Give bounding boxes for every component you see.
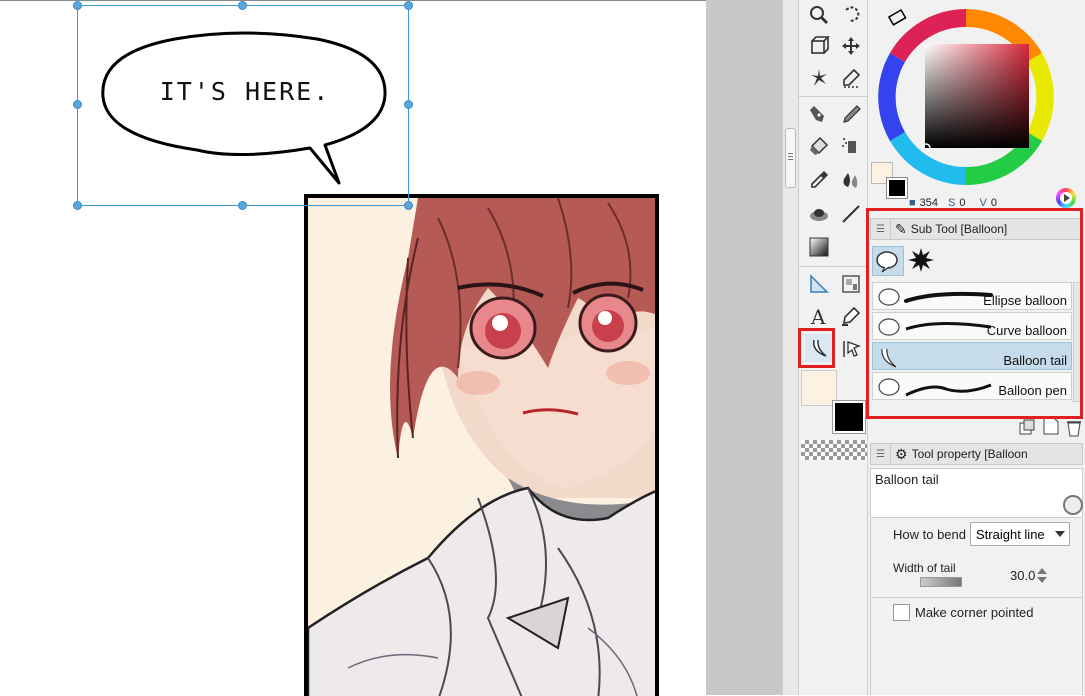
transform-selection-box[interactable] [77, 5, 409, 206]
make-corner-pointed-checkbox[interactable] [893, 604, 910, 621]
blend-tool-icon[interactable] [837, 166, 865, 194]
fill-tool-icon[interactable] [805, 200, 833, 228]
copy-subtool-icon[interactable] [1018, 418, 1036, 436]
color-history-icon[interactable] [1056, 188, 1076, 208]
chevron-down-icon [1055, 531, 1065, 537]
toolprop-name-box: Balloon tail [870, 468, 1083, 518]
new-subtool-icon[interactable] [1042, 416, 1060, 436]
toolprop-tool-name: Balloon tail [875, 472, 939, 487]
gradient-tool-icon[interactable] [805, 233, 833, 261]
lasso-select-icon[interactable] [837, 1, 865, 29]
transform-handle-tl[interactable] [73, 1, 82, 10]
make-corner-pointed-label: Make corner pointed [915, 605, 1034, 620]
transform-handle-br[interactable] [404, 201, 413, 210]
tool-property-icon: ⚙ [895, 445, 908, 462]
tool-settings-search-icon[interactable] [1063, 495, 1083, 515]
pencil-tool-icon[interactable] [837, 100, 865, 128]
eraser-tool-icon[interactable] [805, 132, 833, 160]
auto-select-icon[interactable] [805, 64, 833, 92]
eyedropper-select-icon[interactable] [837, 64, 865, 92]
transform-handle-bl[interactable] [73, 201, 82, 210]
width-of-tail-value[interactable]: 30.0 [1010, 568, 1035, 583]
active-tool-highlight [798, 328, 835, 368]
main-color-swatch[interactable] [832, 400, 866, 434]
transform-handle-tc[interactable] [238, 1, 247, 10]
move-layer-icon[interactable] [837, 32, 865, 60]
transform-handle-bc[interactable] [238, 201, 247, 210]
text-tool-icon[interactable]: A [805, 302, 833, 330]
transparent-color-swatch[interactable] [801, 440, 867, 460]
how-to-bend-label: How to bend [893, 527, 966, 542]
transform-handle-ml[interactable] [73, 100, 82, 109]
canvas-area[interactable]: IT'S HERE. [0, 0, 706, 696]
width-of-tail-slider[interactable] [920, 577, 962, 587]
width-of-tail-stepper[interactable] [1037, 567, 1047, 585]
frame-border-icon[interactable] [837, 270, 865, 298]
ruler-tool-icon[interactable] [805, 270, 833, 298]
value-value: 0 [990, 198, 997, 208]
vertical-scrollbar[interactable] [782, 0, 798, 695]
dock-main-color[interactable] [886, 177, 908, 199]
scrollbar-thumb[interactable] [785, 128, 796, 188]
correct-line-icon[interactable] [837, 302, 865, 330]
character-illustration [308, 198, 655, 696]
panel-menu-icon[interactable]: ☰ [871, 444, 891, 464]
line-tool-icon[interactable] [837, 200, 865, 228]
width-of-tail-label: Width of tail [893, 561, 956, 575]
hsv-readout: ■ 354 S0 V0 [909, 198, 997, 208]
delete-subtool-icon[interactable] [1065, 418, 1083, 438]
toolprop-panel-header[interactable]: ☰ ⚙ Tool property [Balloon [870, 443, 1083, 465]
how-to-bend-select[interactable]: Straight line [970, 522, 1070, 546]
airbrush-tool-icon[interactable] [837, 132, 865, 160]
operation-tool-icon[interactable] [837, 334, 865, 362]
object-tool-icon[interactable] [805, 32, 833, 60]
transform-handle-tr[interactable] [404, 1, 413, 10]
zoom-tool-icon[interactable] [805, 1, 833, 29]
manga-panel[interactable] [304, 194, 659, 696]
toolprop-tab[interactable]: Tool property [Balloon [912, 447, 1028, 461]
eyedropper-icon[interactable] [805, 166, 833, 194]
transform-handle-mr[interactable] [404, 100, 413, 109]
svg-text:A: A [810, 305, 826, 327]
pen-tool-icon[interactable] [805, 100, 833, 128]
saturation-value: 0 [959, 198, 966, 208]
subtool-panel-highlight [866, 208, 1083, 419]
hue-value: 354 [919, 198, 939, 208]
pasteboard [706, 0, 782, 695]
color-wheel[interactable] [878, 0, 1058, 198]
